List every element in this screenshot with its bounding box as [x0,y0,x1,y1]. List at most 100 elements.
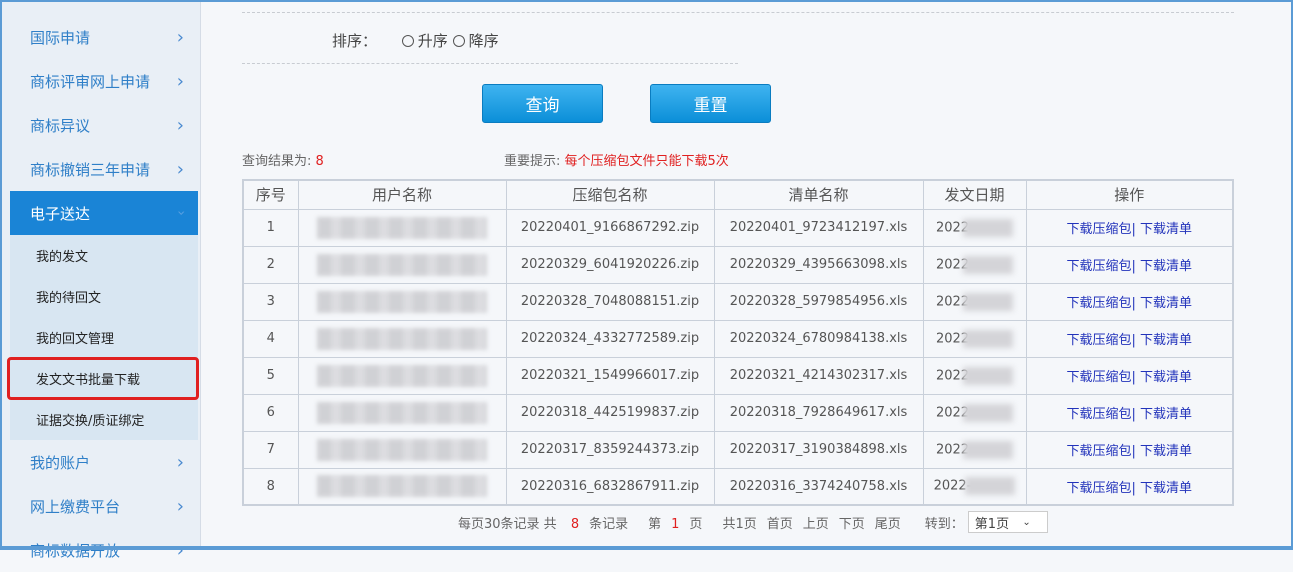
download-zip-link[interactable]: 下载压缩包| [1066,259,1135,274]
goto-label: 转到： [924,516,964,532]
chevron-right-icon: › [176,495,184,517]
list-name: 20220321_4214302317.xls [713,356,924,395]
operations: 下载压缩包| 下载清单 [1025,282,1234,321]
sidebar-item-label: 商标异议 [30,116,91,135]
download-list-link[interactable]: 下载清单 [1140,444,1192,459]
chevron-right-icon: › [176,451,184,473]
download-zip-link[interactable]: 下载压缩包| [1066,222,1135,237]
download-zip-link[interactable]: 下载压缩包| [1066,370,1135,385]
send-date: 2022 [922,319,1027,358]
sidebar-item[interactable]: 商标撤销三年申请 › [10,147,198,191]
operations: 下载压缩包| 下载清单 [1025,208,1234,247]
operations: 下载压缩包| 下载清单 [1025,393,1234,432]
sidebar-item[interactable]: 商标数据开放 › [10,528,198,572]
chevron-down-icon: ⌄ [1022,516,1031,528]
operations: 下载压缩包| 下载清单 [1025,245,1234,284]
send-date: 2022 [922,245,1027,284]
sidebar-subitem[interactable]: 我的待回文 [10,276,198,317]
sidebar-item-label: 商标数据开放 [30,541,121,560]
operations: 下载压缩包| 下载清单 [1025,319,1234,358]
download-zip-link[interactable]: 下载压缩包| [1066,481,1135,496]
send-date: 2022 [922,393,1027,432]
send-date: 2022 [922,430,1027,469]
chevron-right-icon: › [176,539,184,561]
results-table: 序号 用户名称 压缩包名称 清单名称 发文日期 操作 1 20220401_91668672… [242,179,1234,506]
sidebar-item[interactable]: 国际申请 › [10,15,198,59]
download-list-link[interactable]: 下载清单 [1140,407,1192,422]
sidebar-item-label: 商标撤销三年申请 [30,160,151,179]
row-number: 7 [242,430,299,469]
download-zip-link[interactable]: 下载压缩包| [1066,444,1135,459]
chevron-right-icon: › [176,158,184,180]
sort-desc-radio[interactable]: 降序 [452,32,499,50]
download-zip-link[interactable]: 下载压缩包| [1066,333,1135,348]
zip-name: 20220328_7048088151.zip [505,282,715,321]
operations: 下载压缩包| 下载清单 [1025,356,1234,395]
table-row: 8 20220316_6832867911.zip 20220316_3374240… [242,467,1234,506]
table-row: 4 20220324_4332772589.zip 20220324_6780984… [242,319,1234,358]
sidebar-subitem[interactable]: 我的回文管理 [10,317,198,358]
download-list-link[interactable]: 下载清单 [1140,370,1192,385]
notice: 重要提示: 每个压缩包文件只能下载5次 [504,154,729,169]
user-name-redacted [297,245,507,284]
last-page-link[interactable]: 尾页 [875,513,901,532]
sidebar-item-label: 电子送达 [30,204,91,223]
zip-name: 20220316_6832867911.zip [505,467,715,506]
user-name-redacted [297,356,507,395]
pagination: 每页30条记录 共 8 条记录 第1页 共1页 首页 上页 下页 尾页 转到： 第… [458,511,1048,533]
sort-group: 排序： 升序 降序 [332,30,499,51]
query-button[interactable]: 查询 [482,84,603,123]
list-name: 20220316_3374240758.xls [713,467,924,506]
column-header: 清单名称 [713,179,924,210]
table-row: 5 20220321_1549966017.zip 20220321_4214302… [242,356,1234,395]
sidebar-item[interactable]: 电子送达 › [10,191,198,235]
row-number: 6 [242,393,299,432]
sidebar-item[interactable]: 商标评审网上申请 › [10,59,198,103]
download-zip-link[interactable]: 下载压缩包| [1066,296,1135,311]
next-page-link[interactable]: 下页 [839,513,865,532]
user-name-redacted [297,282,507,321]
first-page-link[interactable]: 首页 [767,513,793,532]
sidebar-subitem[interactable]: 证据交换/质证绑定 [10,399,198,440]
sidebar-item[interactable]: 网上缴费平台 › [10,484,198,528]
pager-summary: 每页30条记录 共 8 条记录 [458,516,629,532]
main-panel: 排序： 升序 降序 查询 重置 查询结果为: 8 重要提示: 每个压缩包文件只能… [202,0,1293,550]
send-date: 2022 [922,282,1027,321]
download-list-link[interactable]: 下载清单 [1140,481,1192,496]
download-zip-link[interactable]: 下载压缩包| [1066,407,1135,422]
zip-name: 20220329_6041920226.zip [505,245,715,284]
chevron-right-icon: › [176,114,184,136]
reset-button[interactable]: 重置 [650,84,771,123]
sidebar-subitem[interactable]: 我的发文 [10,235,198,276]
list-name: 20220324_6780984138.xls [713,319,924,358]
user-name-redacted [297,393,507,432]
download-list-link[interactable]: 下载清单 [1140,222,1192,237]
column-header: 发文日期 [922,179,1027,210]
download-list-link[interactable]: 下载清单 [1140,296,1192,311]
list-name: 20220318_7928649617.xls [713,393,924,432]
chevron-right-icon: › [176,26,184,48]
list-name: 20220328_5979854956.xls [713,282,924,321]
sort-asc-radio[interactable]: 升序 [401,32,448,50]
row-number: 5 [242,356,299,395]
user-name-redacted [297,467,507,506]
row-number: 2 [242,245,299,284]
download-list-link[interactable]: 下载清单 [1140,333,1192,348]
list-name: 20220317_3190384898.xls [713,430,924,469]
sidebar-item[interactable]: 我的账户 › [10,440,198,484]
list-name: 20220329_4395663098.xls [713,245,924,284]
user-name-redacted [297,208,507,247]
operations: 下载压缩包| 下载清单 [1025,430,1234,469]
sidebar-item[interactable]: 商标异议 › [10,103,198,147]
sort-label: 排序： [332,32,378,50]
column-header: 操作 [1025,179,1234,210]
prev-page-link[interactable]: 上页 [803,513,829,532]
divider [242,63,738,64]
send-date: 2022 [922,208,1027,247]
sidebar-subitem[interactable]: 发文文书批量下载 [7,357,199,400]
download-list-link[interactable]: 下载清单 [1140,259,1192,274]
table-row: 6 20220318_4425199837.zip 20220318_7928649… [242,393,1234,432]
page-select[interactable]: 第1页 ⌄ [967,511,1048,533]
chevron-right-icon: › [173,210,190,216]
sidebar-item-label: 我的账户 [30,453,91,472]
